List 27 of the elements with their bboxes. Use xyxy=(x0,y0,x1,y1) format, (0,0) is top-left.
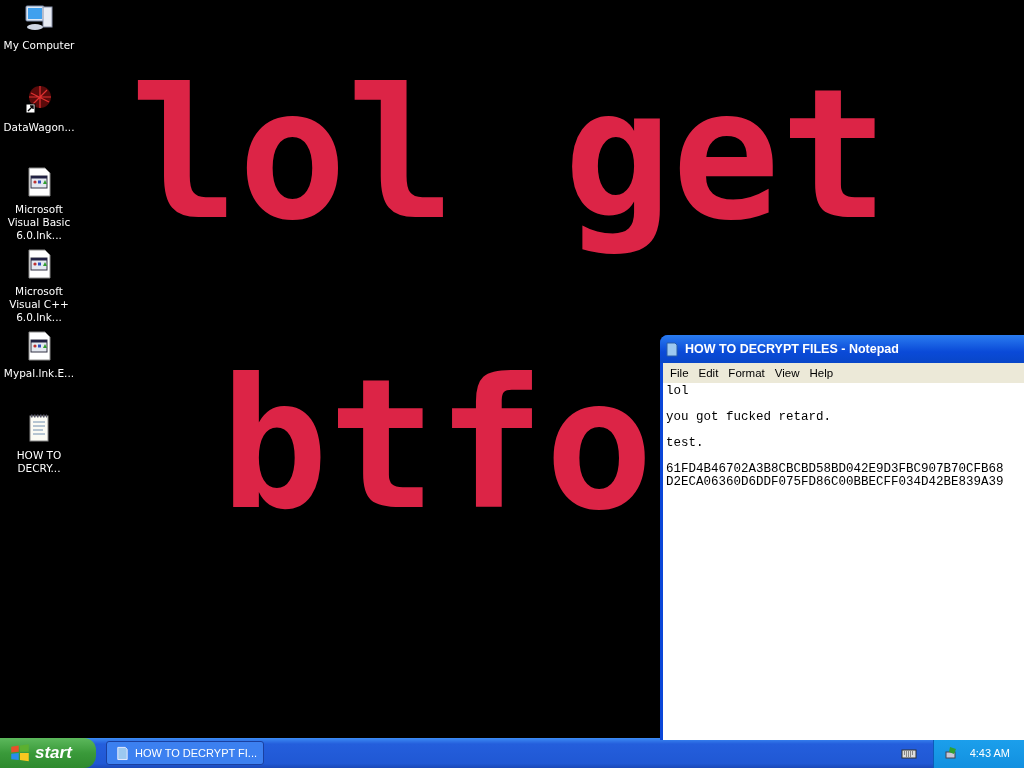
text-line: you got fucked retard. xyxy=(666,411,833,424)
menu-item[interactable]: Format xyxy=(723,367,770,379)
menu-item[interactable]: View xyxy=(769,367,805,379)
menu-item[interactable]: File xyxy=(665,367,694,379)
menu-item[interactable]: Help xyxy=(804,367,839,379)
wallpaper-text: btfo xyxy=(220,339,654,551)
desktop-shortcut[interactable]: Microsoft Visual C++ 6.0.lnk... xyxy=(1,248,77,330)
window-title: HOW TO DECRYPT FILES - Notepad xyxy=(685,342,899,356)
text-line: test. xyxy=(666,437,705,450)
desktop-shortcut[interactable]: Microsoft Visual Basic 6.0.lnk... xyxy=(1,166,77,248)
desktop-shortcut[interactable]: My Computer xyxy=(1,2,77,84)
taskbar-button[interactable]: HOW TO DECRYPT FI... xyxy=(106,741,264,765)
text-line: lol xyxy=(666,385,690,398)
start-button[interactable]: start xyxy=(0,738,96,768)
text-line: 61FD4B46702A3B8CBCBD58BD042E9D3FBC907B70CFB68 xyxy=(666,463,1005,476)
notepad-icon xyxy=(664,341,680,357)
desktop-shortcut[interactable]: Mypal.lnk.E... xyxy=(1,330,77,412)
desktop-shortcut[interactable]: HOW TO DECRY... xyxy=(1,412,77,494)
notepad-icon xyxy=(115,745,130,761)
text-area[interactable]: lol you got fucked retard. test. 61FD4B46702A3B8CBCBD58BD042E9D3FBC907B70CFB68 D2ECA06360D6DDF075FD86C00BBECFF034D42BE839A39 xyxy=(663,383,1024,740)
clock: 4:43 AM xyxy=(969,747,1010,759)
desktop-shortcut[interactable]: DataWagon... xyxy=(1,84,77,166)
text-line: D2ECA06360D6DDF075FD86C00BBECFF034D42BE839A39 xyxy=(666,476,1005,489)
windows-flag-icon xyxy=(10,743,30,763)
keyboard-icon[interactable] xyxy=(900,747,917,759)
wallpaper-text: lol get xyxy=(130,49,889,261)
menu-item[interactable]: Edit xyxy=(693,367,724,379)
